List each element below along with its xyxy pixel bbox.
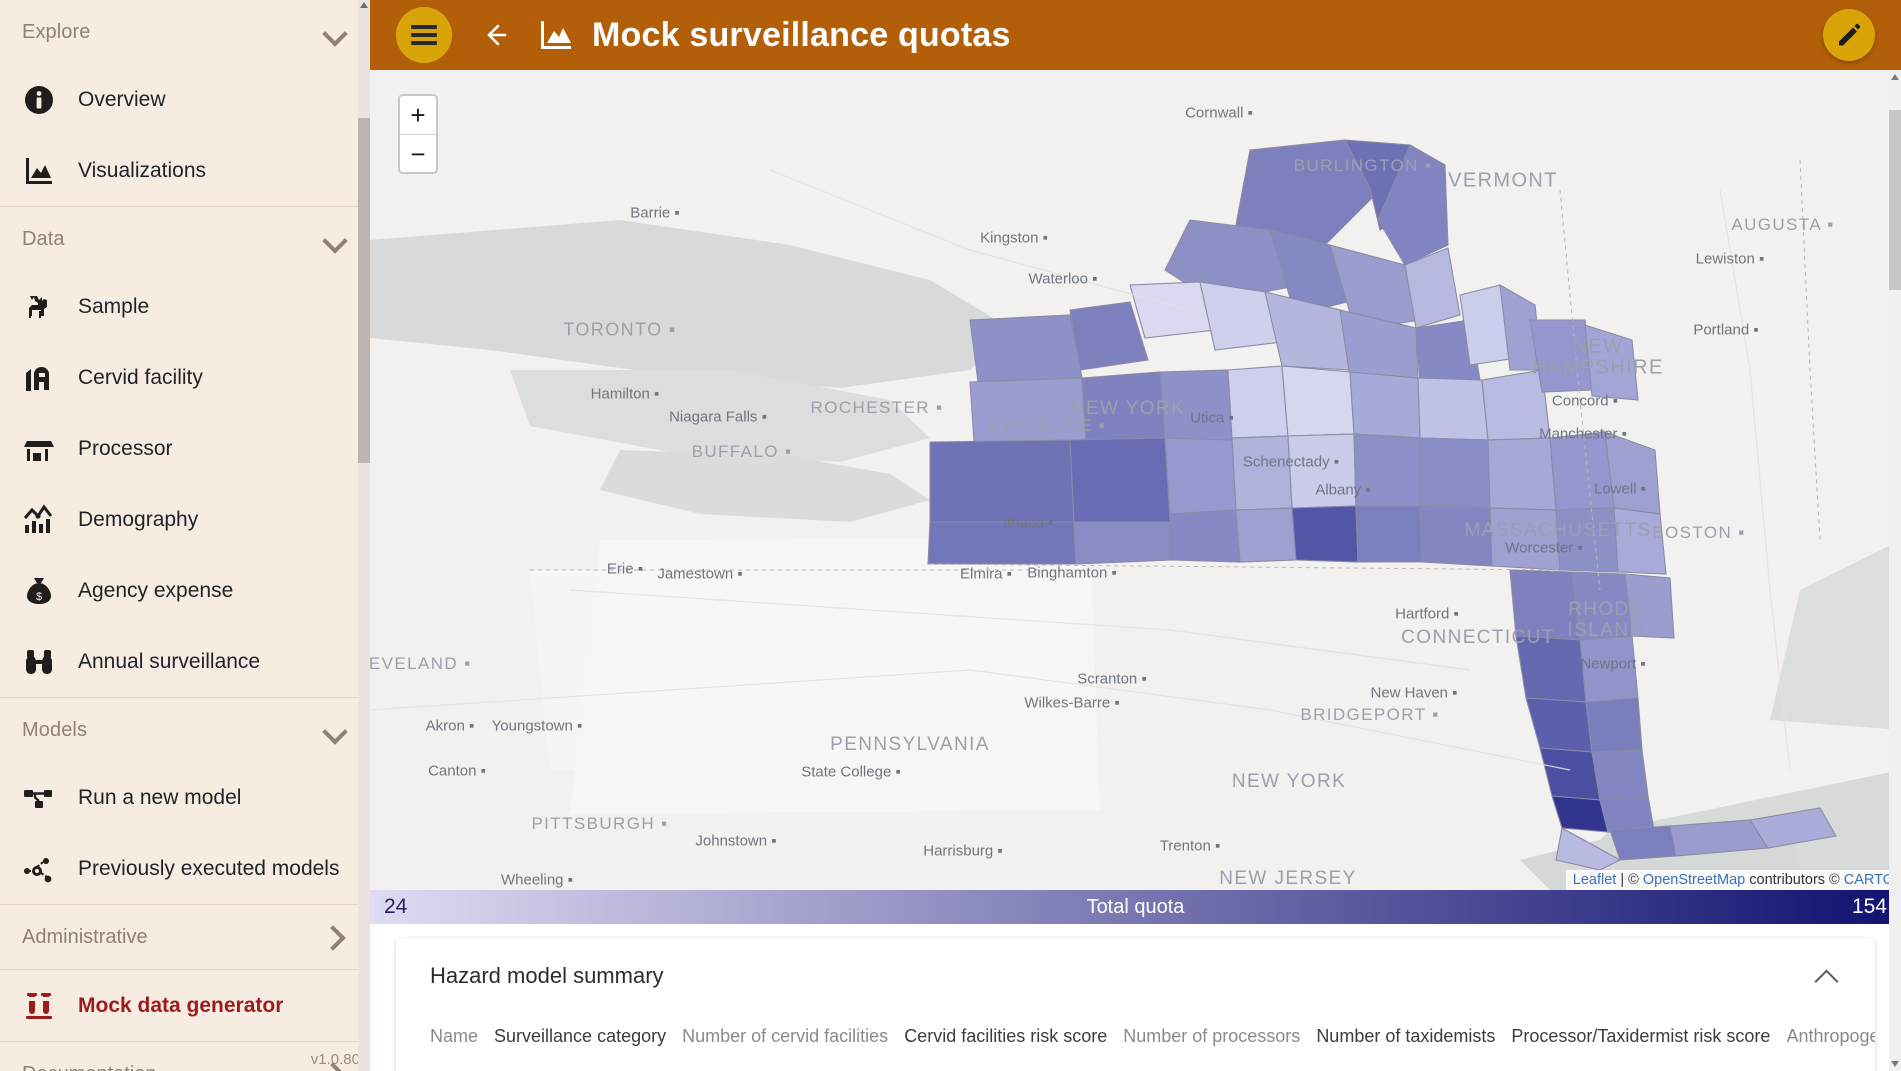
sidebar-section-label: Data — [22, 227, 65, 250]
summary-table-header-row: Name Surveillance category Number of cervi… — [396, 1014, 1875, 1047]
chevron-down-icon[interactable] — [322, 19, 348, 45]
legend-title: Total quota — [1086, 895, 1185, 918]
zoom-in-button[interactable]: + — [400, 96, 436, 134]
table-column-header[interactable]: Cervid facilities risk score — [904, 1026, 1123, 1047]
hamburger-menu-button[interactable] — [396, 7, 452, 63]
hamburger-icon — [411, 21, 437, 50]
sidebar-item-visualizations[interactable]: Visualizations — [0, 135, 370, 206]
sidebar-item-processor[interactable]: Processor — [0, 413, 370, 484]
sidebar-scrollbar-thumb[interactable] — [358, 118, 370, 463]
sidebar-item-label: Administrative — [22, 925, 148, 948]
legend-min-value: 24 — [384, 895, 408, 918]
table-column-header[interactable]: Anthropogenic r — [1786, 1026, 1875, 1047]
sidebar-item-label: Documentation — [22, 1063, 157, 1071]
sidebar-item-previously-executed-models[interactable]: Previously executed models — [0, 833, 370, 904]
sidebar: Explore Overview Visualizations Data Sam… — [0, 0, 370, 1071]
chevron-down-icon[interactable] — [322, 717, 348, 743]
app-version: v1.0.80 — [310, 1051, 360, 1068]
sidebar-scrollbar[interactable] — [358, 0, 370, 1071]
table-column-header[interactable]: Surveillance category — [494, 1026, 682, 1047]
svg-text:$: $ — [36, 591, 42, 603]
scroll-up-arrow-icon[interactable] — [360, 2, 368, 8]
sidebar-item-overview[interactable]: Overview — [0, 64, 370, 135]
map-zoom-controls[interactable]: + − — [398, 94, 438, 174]
barn-icon — [22, 361, 56, 395]
scroll-up-arrow-icon[interactable] — [1891, 74, 1899, 80]
table-column-header[interactable]: Number of processors — [1123, 1026, 1316, 1047]
sidebar-item-label: Sample — [78, 294, 150, 318]
sidebar-item-run-a-new-model[interactable]: Run a new model — [0, 762, 370, 833]
sidebar-item-label: Visualizations — [78, 158, 207, 182]
sidebar-item-label: Run a new model — [78, 785, 242, 809]
attribution-mid: contributors © — [1745, 872, 1844, 888]
card-header[interactable]: Hazard model summary — [396, 938, 1875, 1014]
hazard-model-summary-card: Hazard model summary Name Surveillance ca… — [396, 938, 1875, 1071]
area-chart-icon — [22, 154, 56, 188]
test-tubes-icon — [22, 989, 56, 1023]
pencil-icon — [1839, 23, 1861, 46]
sidebar-item-administrative[interactable]: Administrative — [0, 905, 370, 969]
zoom-out-button[interactable]: − — [400, 134, 436, 172]
sidebar-item-agency-expense[interactable]: $ Agency expense — [0, 555, 370, 626]
sidebar-section-label: Explore — [22, 20, 91, 43]
sidebar-item-label: Annual surveillance — [78, 649, 261, 673]
sidebar-item-label: Demography — [78, 507, 199, 531]
sidebar-item-demography[interactable]: Demography — [0, 484, 370, 555]
sidebar-item-label: Overview — [78, 87, 166, 111]
binoculars-icon — [22, 645, 56, 679]
store-icon — [22, 432, 56, 466]
table-column-header[interactable]: Number of taxidemists — [1316, 1026, 1511, 1047]
chevron-right-icon[interactable] — [322, 924, 348, 950]
sidebar-item-mock-data-generator[interactable]: Mock data generator — [0, 970, 370, 1041]
page-title: Mock surveillance quotas — [592, 15, 1011, 54]
leaflet-link[interactable]: Leaflet — [1573, 872, 1617, 888]
sidebar-section-label: Models — [22, 718, 88, 741]
money-bag-icon: $ — [22, 574, 56, 608]
bar-chart-icon — [22, 503, 56, 537]
sidebar-section-data[interactable]: Data — [0, 207, 370, 271]
table-column-header[interactable]: Name — [430, 1026, 494, 1047]
app-header: Mock surveillance quotas — [370, 0, 1901, 70]
table-column-header[interactable]: Number of cervid facilities — [682, 1026, 904, 1047]
sidebar-item-label: Agency expense — [78, 578, 234, 602]
table-column-header[interactable]: Processor/Taxidermist risk score — [1511, 1026, 1786, 1047]
sidebar-item-label: Processor — [78, 436, 173, 460]
arrow-left-icon — [487, 24, 507, 46]
info-circle-icon — [22, 83, 56, 117]
sidebar-item-label: Previously executed models — [78, 856, 340, 880]
map-attribution: Leaflet | © OpenStreetMap contributors ©… — [1565, 870, 1901, 890]
chevron-down-icon[interactable] — [322, 226, 348, 252]
page-scrollbar-thumb[interactable] — [1889, 110, 1901, 290]
map-container[interactable]: Cornwall ▪ BURLINGTON ▪ VERMONT AUGUSTA ▪ Ba… — [370, 70, 1901, 890]
app-root: Explore Overview Visualizations Data Sam… — [0, 0, 1901, 1071]
sidebar-item-annual-surveillance[interactable]: Annual surveillance — [0, 626, 370, 697]
attribution-sep: | © — [1616, 872, 1643, 888]
sidebar-item-sample[interactable]: Sample — [0, 271, 370, 342]
map-legend: 24 Total quota 154 — [370, 890, 1901, 924]
sidebar-item-cervid-facility[interactable]: Cervid facility — [0, 342, 370, 413]
sitemap-icon — [22, 781, 56, 815]
main-content: Mock surveillance quotas Cornwall ▪ BURL… — [370, 0, 1901, 1071]
scroll-down-arrow-icon[interactable] — [1891, 1061, 1899, 1067]
carto-link[interactable]: CARTO — [1844, 872, 1894, 888]
network-nodes-icon — [22, 852, 56, 886]
back-button[interactable] — [478, 18, 512, 52]
sidebar-item-label: Cervid facility — [78, 365, 203, 389]
sidebar-item-label: Mock data generator — [78, 993, 284, 1017]
sidebar-section-explore[interactable]: Explore — [0, 0, 370, 64]
chevron-up-icon[interactable] — [1813, 967, 1841, 985]
page-scrollbar[interactable] — [1889, 70, 1901, 1071]
deer-icon — [22, 290, 56, 324]
area-chart-icon — [538, 18, 574, 52]
sidebar-section-models[interactable]: Models — [0, 698, 370, 762]
legend-max-value: 154 — [1851, 895, 1887, 918]
edit-button[interactable] — [1823, 9, 1875, 61]
openstreetmap-link[interactable]: OpenStreetMap — [1643, 872, 1745, 888]
map-canvas — [370, 70, 1901, 890]
card-title: Hazard model summary — [430, 963, 664, 988]
